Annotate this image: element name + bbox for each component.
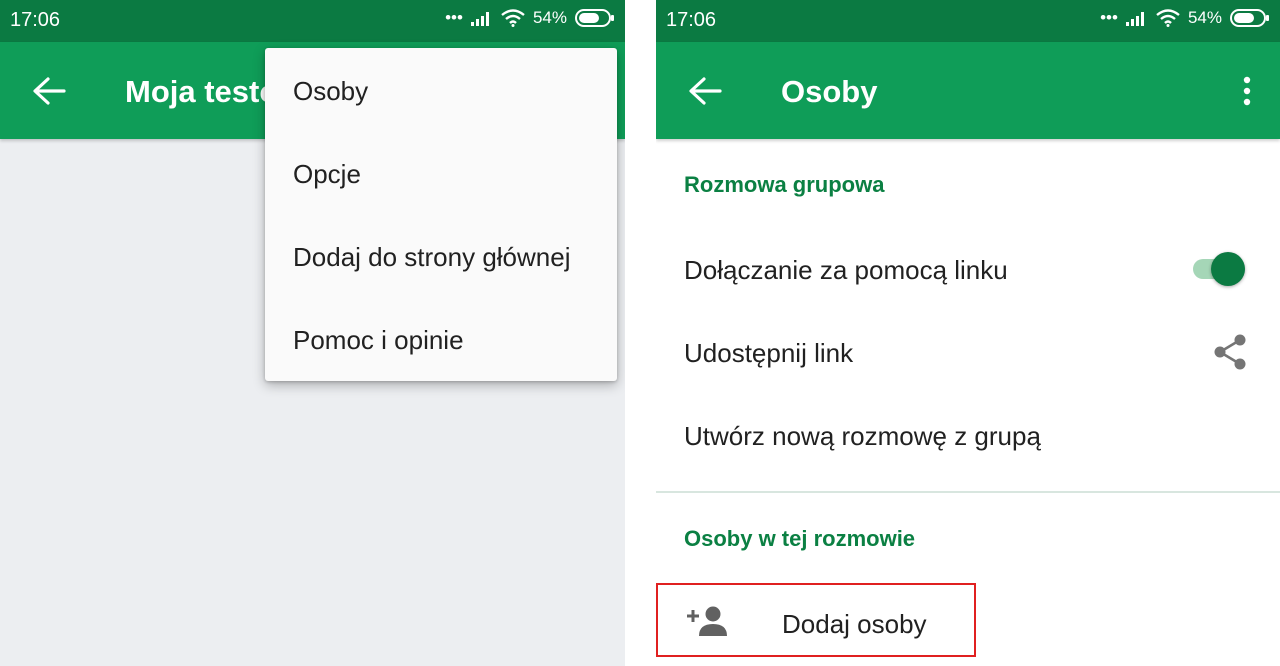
signal-icon — [1125, 12, 1144, 26]
group-section-title: Rozmowa grupowa — [684, 172, 885, 197]
status-bar: 17:06 ••• 54% — [656, 0, 1280, 42]
wifi-icon — [1156, 9, 1180, 27]
join-by-link-label[interactable]: Dołączanie za pomocą linku — [684, 255, 1008, 286]
screen-gap — [625, 0, 656, 666]
add-people-label: Dodaj osoby — [782, 609, 927, 639]
status-time: 17:06 — [666, 9, 717, 31]
status-bar: 17:06 ••• 54% — [0, 0, 625, 42]
left-screen: 17:06 ••• 54% Moja testowa Osoby Opcje D… — [0, 0, 625, 666]
section-divider — [656, 491, 1280, 493]
overflow-menu: Osoby Opcje Dodaj do strony głównej Pomo… — [265, 48, 617, 381]
add-people-row[interactable]: Dodaj osoby — [656, 583, 976, 657]
battery-icon — [575, 9, 614, 27]
battery-percent: 54% — [1187, 8, 1222, 27]
battery-percent: 54% — [532, 8, 567, 27]
new-group-conversation-label[interactable]: Utwórz nową rozmowę z grupą — [684, 421, 1041, 452]
more-vert-icon[interactable] — [1242, 76, 1252, 106]
dots-icon: ••• — [445, 8, 463, 27]
status-time: 17:06 — [10, 9, 61, 31]
share-link-label[interactable]: Udostępnij link — [684, 338, 853, 369]
app-bar: Osoby — [656, 42, 1280, 139]
back-arrow-icon[interactable] — [688, 76, 722, 106]
menu-item-add-to-home[interactable]: Dodaj do strony głównej — [293, 242, 571, 273]
right-screen: 17:06 ••• 54% Osoby Rozmowa grupowa Dołą… — [656, 0, 1280, 666]
join-by-link-toggle[interactable] — [1191, 252, 1249, 286]
menu-item-help-feedback[interactable]: Pomoc i opinie — [293, 325, 464, 356]
wifi-icon — [501, 9, 525, 27]
signal-icon — [470, 12, 489, 26]
people-section-title: Osoby w tej rozmowie — [684, 526, 916, 551]
share-icon[interactable] — [1212, 333, 1248, 371]
dots-icon: ••• — [1100, 8, 1118, 27]
menu-item-options[interactable]: Opcje — [293, 159, 361, 190]
battery-icon — [1230, 9, 1269, 27]
person-add-icon — [687, 606, 727, 636]
menu-item-people[interactable]: Osoby — [293, 76, 368, 107]
page-title: Osoby — [781, 74, 878, 109]
back-arrow-icon[interactable] — [32, 76, 66, 106]
